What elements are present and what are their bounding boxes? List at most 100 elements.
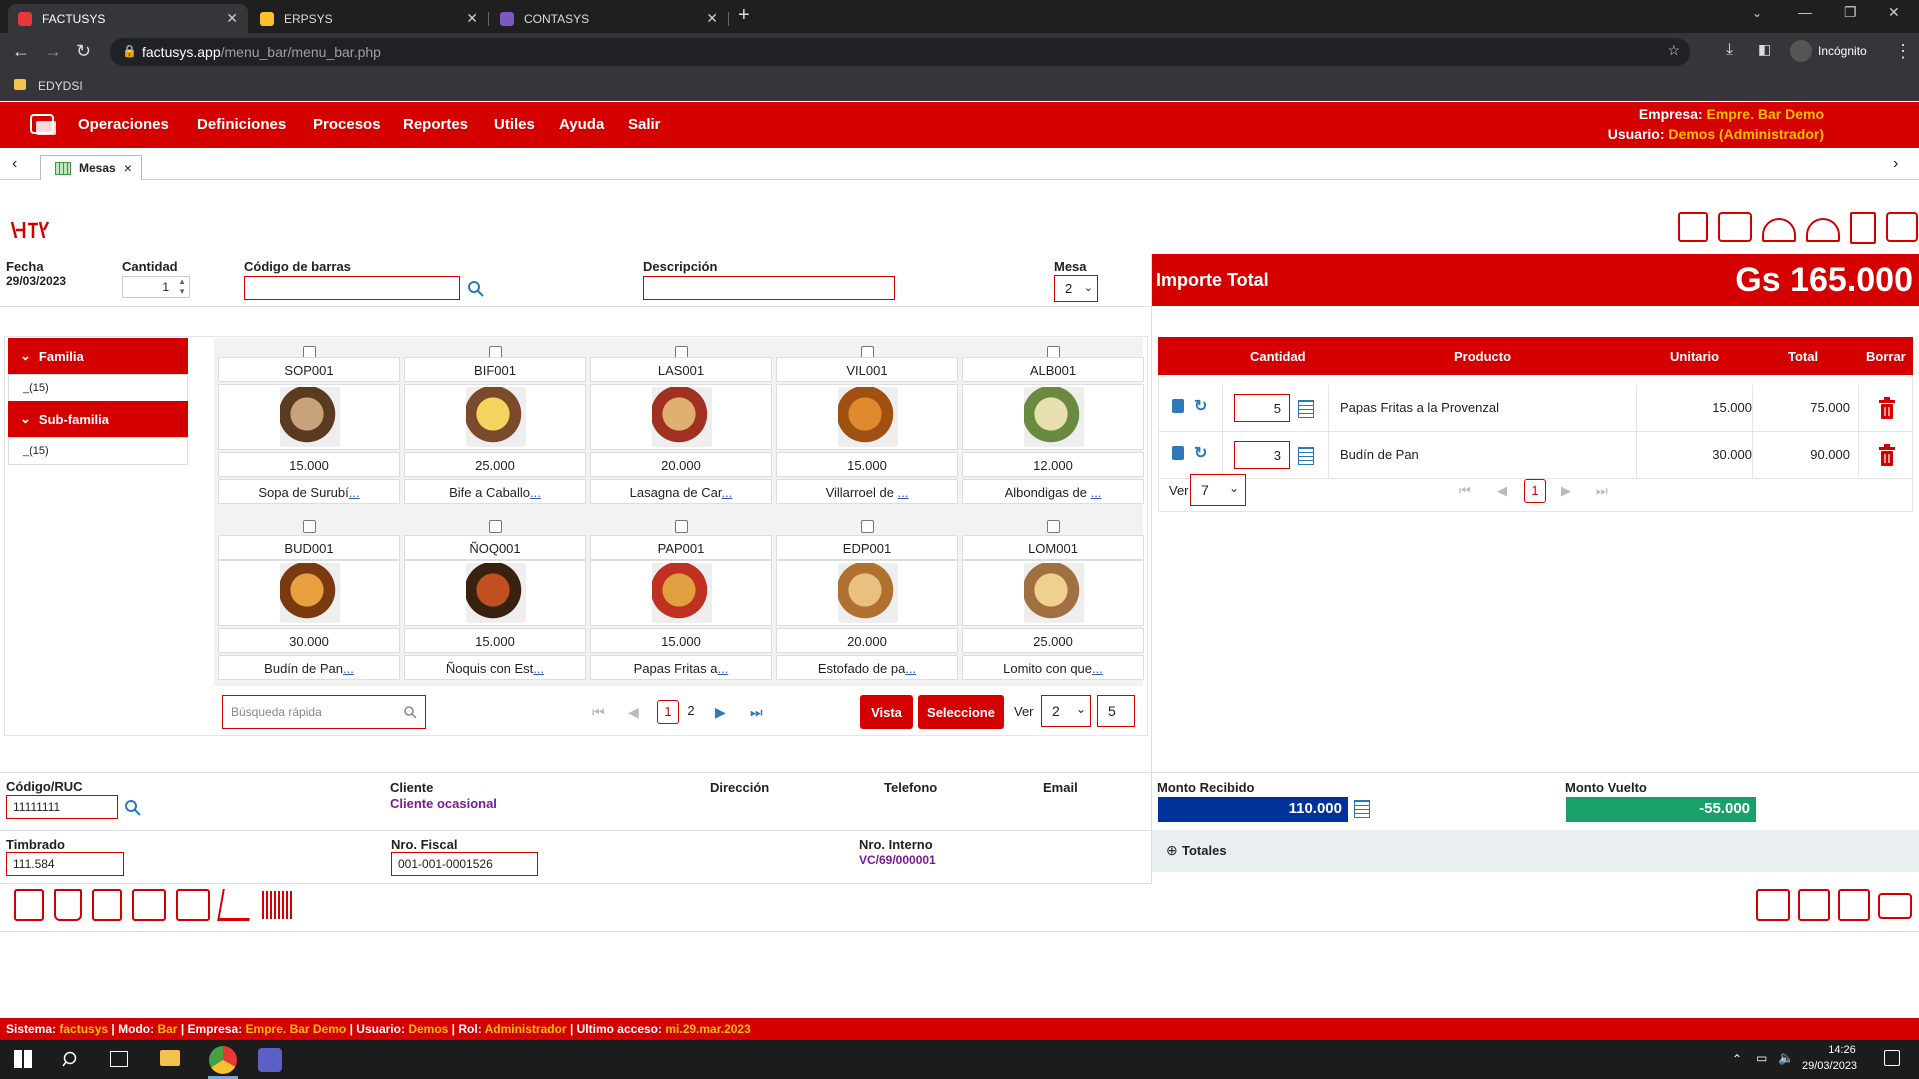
delete-trash-icon[interactable] bbox=[1878, 444, 1896, 466]
refresh-icon[interactable]: ↻ bbox=[1194, 443, 1207, 463]
bell-service-alt-icon[interactable] bbox=[1806, 218, 1840, 242]
prev-page-icon[interactable]: ◀ bbox=[628, 704, 639, 721]
product-name[interactable]: Lomito con que... bbox=[962, 655, 1144, 680]
close-tab-icon[interactable]: ✕ bbox=[226, 10, 238, 27]
search-icon[interactable] bbox=[62, 1050, 80, 1068]
volume-icon[interactable]: 🔈 bbox=[1778, 1050, 1794, 1066]
close-tab-icon[interactable]: × bbox=[124, 160, 132, 176]
tab-search-icon[interactable]: ⌄ bbox=[1752, 6, 1762, 20]
product-image-card[interactable] bbox=[218, 560, 400, 626]
product-more-link[interactable]: ... bbox=[533, 661, 544, 676]
refresh-icon[interactable]: ↻ bbox=[1194, 396, 1207, 416]
close-window-icon[interactable]: ✕ bbox=[1888, 4, 1900, 21]
trash-icon[interactable] bbox=[54, 889, 82, 921]
windows-start-icon[interactable] bbox=[14, 1050, 32, 1068]
product-image-card[interactable] bbox=[962, 384, 1144, 450]
product-code[interactable]: ÑOQ001 bbox=[404, 535, 586, 560]
timbrado-input[interactable]: 111.584 bbox=[6, 852, 124, 876]
product-image-card[interactable] bbox=[590, 560, 772, 626]
menu-utiles[interactable]: Utiles bbox=[494, 116, 535, 133]
cantidad-stepper[interactable]: 1 ▲ ▼ bbox=[122, 276, 190, 298]
restore-icon[interactable]: ❐ bbox=[1844, 4, 1857, 21]
stepper-arrows-icon[interactable]: ▲ ▼ bbox=[178, 277, 186, 297]
close-tab-icon[interactable]: ✕ bbox=[466, 10, 478, 27]
reload-icon[interactable]: ↻ bbox=[76, 41, 91, 62]
money-up-icon[interactable] bbox=[176, 889, 210, 921]
kebab-menu-icon[interactable]: ⋮ bbox=[1894, 41, 1912, 62]
product-code[interactable]: LAS001 bbox=[590, 357, 772, 382]
product-more-link[interactable]: ... bbox=[721, 485, 732, 500]
quick-search-input[interactable]: Búsqueda rápida bbox=[222, 695, 426, 729]
tray-chevron-icon[interactable]: ⌃ bbox=[1732, 1052, 1742, 1066]
calculator-icon[interactable] bbox=[1298, 447, 1314, 465]
product-more-link[interactable]: ... bbox=[898, 485, 909, 500]
cash-hand-icon[interactable] bbox=[1756, 889, 1790, 921]
product-name[interactable]: Estofado de pa... bbox=[776, 655, 958, 680]
product-checkbox[interactable] bbox=[303, 520, 316, 533]
save-icon[interactable] bbox=[14, 889, 44, 921]
page-1-button[interactable]: 1 bbox=[657, 700, 679, 724]
mesa-select[interactable]: 2 ⌄ bbox=[1054, 275, 1098, 302]
codigo-barras-input[interactable] bbox=[244, 276, 460, 300]
product-name[interactable]: Villarroel de ... bbox=[776, 479, 958, 504]
trash-icon[interactable] bbox=[1172, 446, 1184, 460]
product-image-card[interactable] bbox=[776, 384, 958, 450]
trash-icon[interactable] bbox=[1172, 399, 1184, 413]
product-checkbox[interactable] bbox=[489, 520, 502, 533]
new-tab-button[interactable]: + bbox=[738, 4, 750, 27]
side-panel-icon[interactable]: ◧ bbox=[1758, 41, 1771, 58]
product-code[interactable]: VIL001 bbox=[776, 357, 958, 382]
product-image-card[interactable] bbox=[962, 560, 1144, 626]
keyboard-icon[interactable] bbox=[1718, 212, 1752, 242]
vista-button[interactable]: Vista bbox=[860, 695, 913, 729]
product-name[interactable]: Bife a Caballo... bbox=[404, 479, 586, 504]
menu-ayuda[interactable]: Ayuda bbox=[559, 116, 604, 133]
product-name[interactable]: Budín de Pan... bbox=[218, 655, 400, 680]
barcode-search-icon[interactable] bbox=[262, 891, 294, 919]
tab-scroll-right-icon[interactable]: › bbox=[1893, 155, 1898, 173]
orders-next-page-icon[interactable]: ▶ bbox=[1561, 483, 1571, 499]
shopping-cart-icon[interactable] bbox=[217, 889, 255, 921]
calculator-icon[interactable] bbox=[1354, 800, 1370, 818]
codigo-ruc-input[interactable]: 11111111 bbox=[6, 795, 118, 819]
product-name[interactable]: Sopa de Surubí... bbox=[218, 479, 400, 504]
delete-trash-icon[interactable] bbox=[1878, 397, 1896, 419]
calculator-icon[interactable] bbox=[1298, 400, 1314, 418]
product-checkbox[interactable] bbox=[675, 520, 688, 533]
close-tab-icon[interactable]: ✕ bbox=[706, 10, 718, 27]
menu-reportes[interactable]: Reportes bbox=[403, 116, 468, 133]
order-qty-input[interactable]: 5 bbox=[1234, 394, 1290, 422]
browser-tab-contasys[interactable]: CONTASYS ✕ bbox=[490, 4, 729, 33]
invoice-dollar-icon[interactable] bbox=[1850, 212, 1876, 244]
product-image-card[interactable] bbox=[776, 560, 958, 626]
product-code[interactable]: BUD001 bbox=[218, 535, 400, 560]
product-checkbox[interactable] bbox=[1047, 520, 1060, 533]
product-name[interactable]: Ñoquis con Est... bbox=[404, 655, 586, 680]
credit-card-check-icon[interactable] bbox=[1878, 893, 1912, 919]
seleccione-button[interactable]: Seleccione bbox=[918, 695, 1004, 729]
product-code[interactable]: LOM001 bbox=[962, 535, 1144, 560]
totales-section[interactable]: ⊕ Totales bbox=[1152, 830, 1919, 872]
product-more-link[interactable]: ... bbox=[905, 661, 916, 676]
product-more-link[interactable]: ... bbox=[717, 661, 728, 676]
next-page-icon[interactable]: ▶ bbox=[715, 704, 726, 721]
teams-icon[interactable] bbox=[258, 1048, 282, 1072]
nro-fiscal-input[interactable]: 001-001-0001526 bbox=[391, 852, 538, 876]
search-icon[interactable] bbox=[124, 799, 142, 817]
product-more-link[interactable]: ... bbox=[343, 661, 354, 676]
file-explorer-icon[interactable] bbox=[160, 1050, 180, 1066]
invoice-icon[interactable] bbox=[92, 889, 122, 921]
product-image-card[interactable] bbox=[218, 384, 400, 450]
menu-operaciones[interactable]: Operaciones bbox=[78, 116, 169, 133]
calculator-money-icon[interactable] bbox=[1678, 212, 1708, 242]
browser-tab-factusys[interactable]: FACTUSYS ✕ bbox=[8, 4, 248, 33]
orders-first-page-icon[interactable]: ⏮ bbox=[1459, 483, 1471, 499]
search-icon[interactable] bbox=[403, 705, 417, 719]
product-code[interactable]: EDP001 bbox=[776, 535, 958, 560]
taskbar-date[interactable]: 29/03/2023 bbox=[1802, 1060, 1857, 1072]
subfamilia-header[interactable]: ⌄ Sub-familia bbox=[8, 401, 188, 437]
menu-salir[interactable]: Salir bbox=[628, 116, 661, 133]
product-code[interactable]: PAP001 bbox=[590, 535, 772, 560]
tab-mesas[interactable]: Mesas × bbox=[40, 155, 142, 180]
last-page-icon[interactable]: ⏭ bbox=[750, 704, 763, 721]
